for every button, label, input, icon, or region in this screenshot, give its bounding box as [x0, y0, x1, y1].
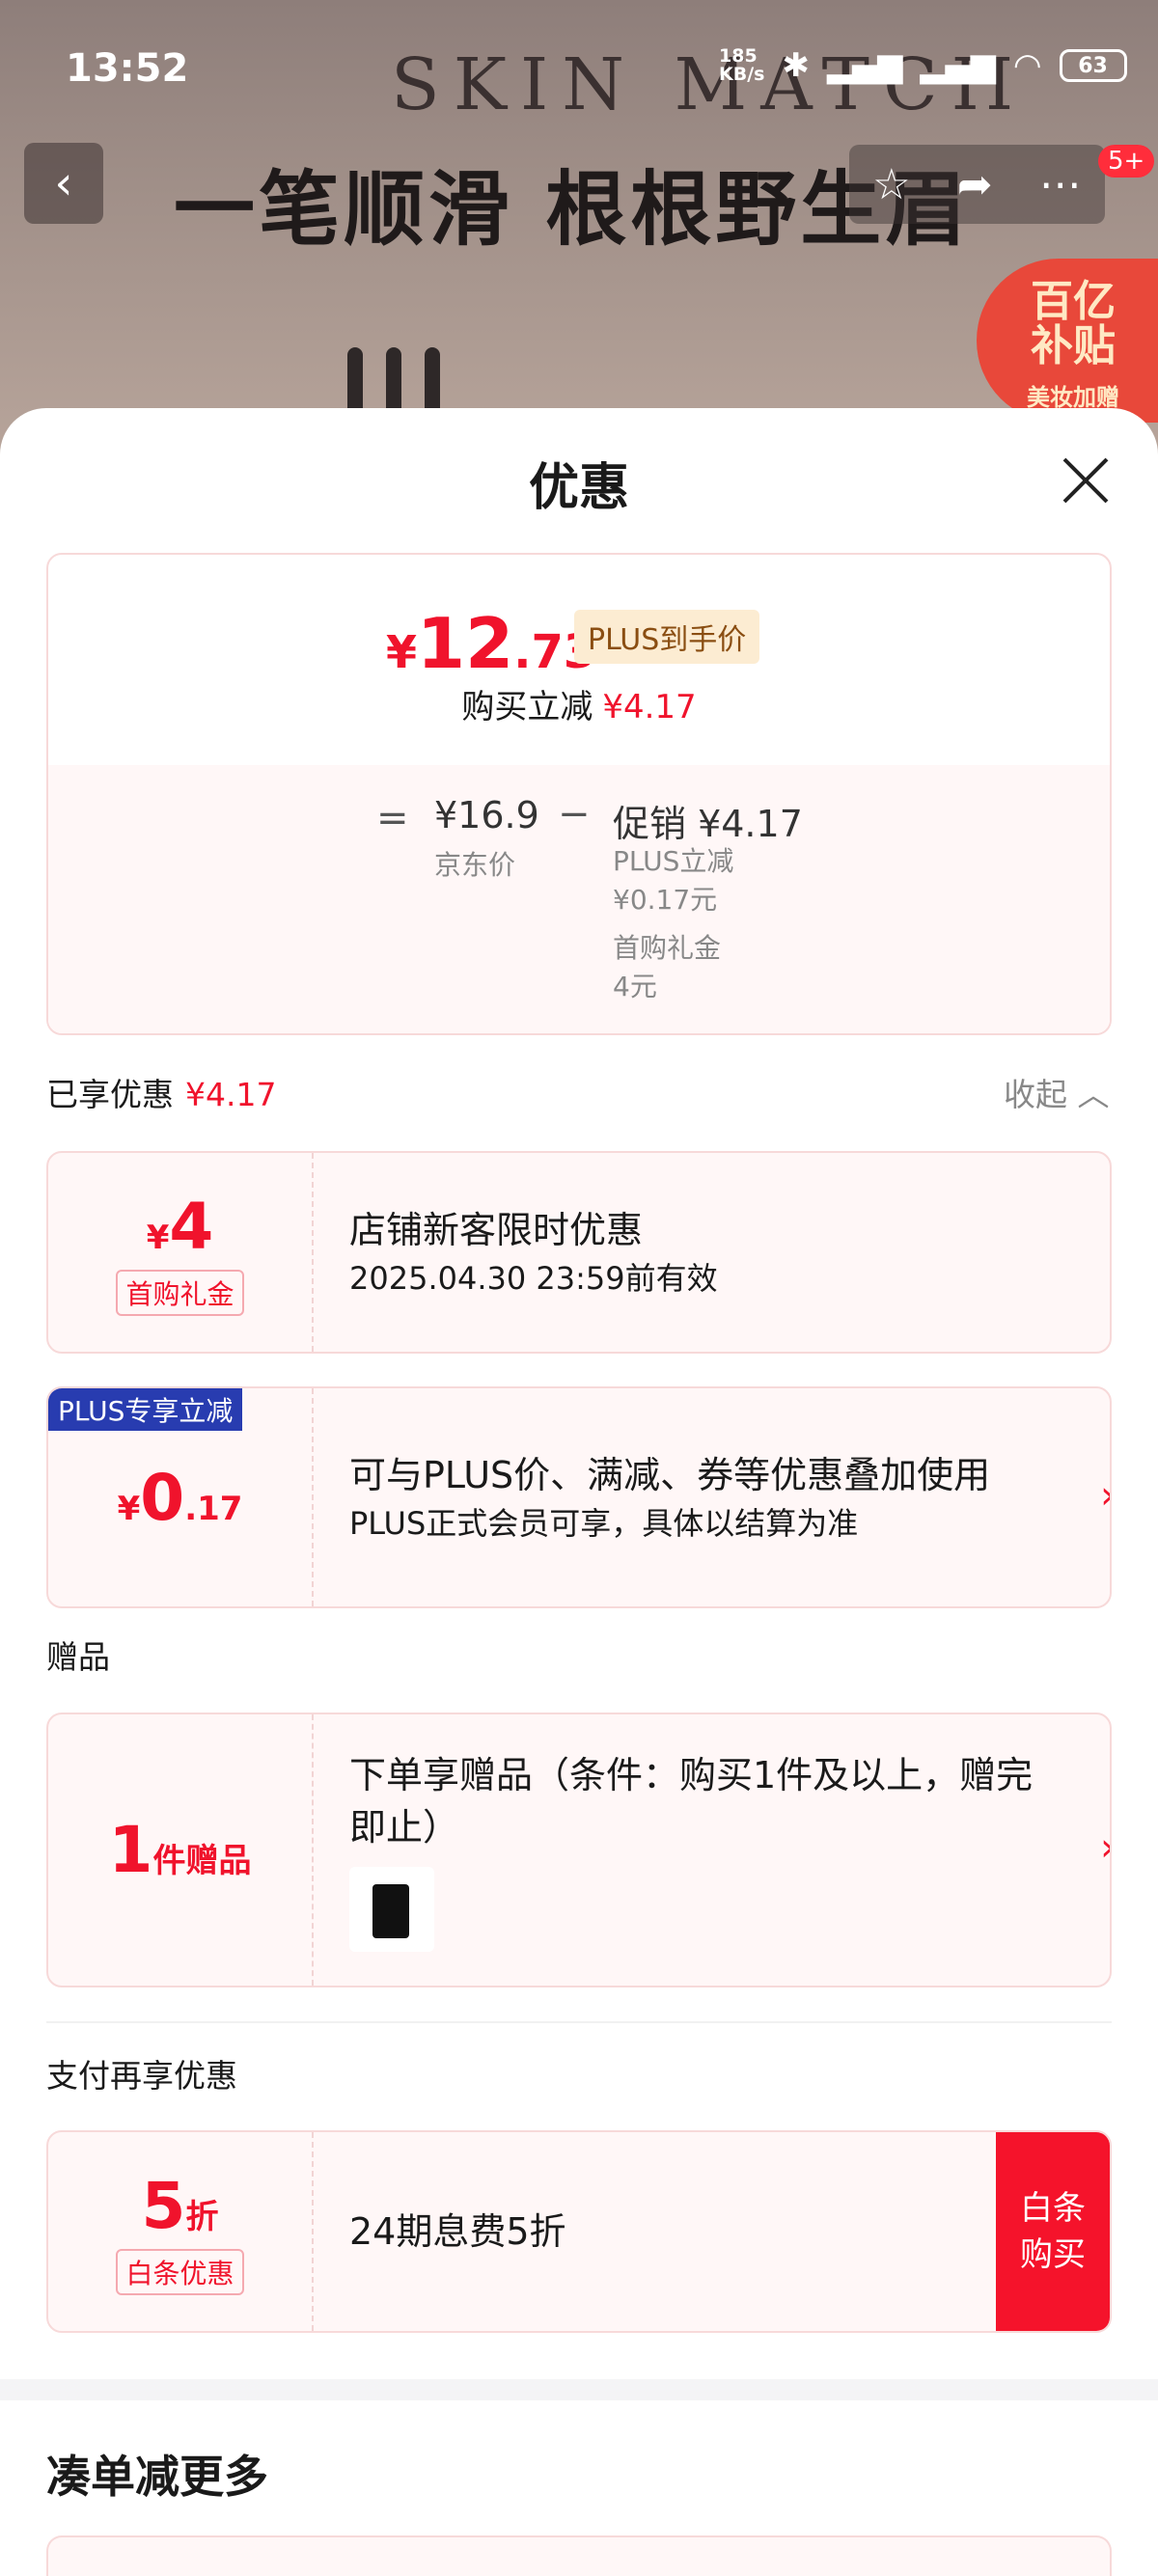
gift-title: 下单享赠品（条件：购买1件及以上，赠完即止）: [349, 1753, 1034, 1849]
promo-total: 促销 ¥4.17: [613, 803, 803, 845]
gift-card[interactable]: 1件赠品 下单享赠品（条件：购买1件及以上，赠完即止） ›: [46, 1713, 1112, 1987]
gift-count: 1件赠品: [48, 1714, 314, 1986]
plus-price-tag: PLUS到手价: [574, 610, 760, 664]
baitiao-buy-button[interactable]: 白条购买: [996, 2132, 1110, 2331]
section-divider: [46, 2021, 1112, 2023]
pay-section-label: 支付再享优惠: [46, 2057, 237, 2095]
status-bar: 13:52 SKIN MATCH 185 KB/s ✱ ▂▄▆ ▂▄▆ ◠ 63: [0, 0, 1158, 135]
more-icon[interactable]: ⋯: [1039, 160, 1082, 209]
gift-section-label: 赠品: [46, 1638, 110, 1676]
signal-icon-2: ▂▄▆: [920, 46, 996, 85]
coupon-validity: 2025.04.30 23:59前有效: [349, 1260, 718, 1297]
status-time: 13:52: [66, 46, 189, 91]
equals-sign: =: [376, 796, 409, 840]
coupon-info: 可与PLUS价、满减、券等优惠叠加使用 PLUS正式会员可享，具体以结算为准: [349, 1388, 1054, 1606]
chevron-right-icon[interactable]: ›: [1100, 1825, 1110, 1870]
top-action-bar: ☆ ➦ ⋯: [849, 145, 1105, 224]
final-price: ¥12.73: [386, 603, 596, 684]
jd-price-label: 京东价: [434, 849, 516, 881]
baitiao-tag: 白条优惠: [116, 2248, 244, 2295]
battery-icon: 63: [1059, 49, 1127, 82]
coupon-plus-discount[interactable]: ¥0.17 PLUS专享立减 可与PLUS价、满减、券等优惠叠加使用 PLUS正…: [46, 1386, 1112, 1608]
plus-cut-label: PLUS立减: [613, 845, 734, 877]
section-gap: [0, 2379, 1158, 2400]
subsidy-badge[interactable]: 百亿 补贴 美妆加赠: [977, 259, 1158, 423]
bluetooth-icon: ✱: [782, 46, 810, 85]
more-deal-card[interactable]: [46, 2535, 1112, 2576]
coupon-amount: ¥4 首购礼金: [48, 1153, 314, 1352]
coupon-title: 店铺新客限时优惠: [349, 1209, 644, 1251]
price-summary-card: ¥12.73 PLUS到手价 购买立减 ¥4.17 = ¥16.9 京东价 − 促…: [46, 553, 1112, 1035]
collapse-button[interactable]: 收起 ︿: [1004, 1069, 1110, 1115]
close-icon[interactable]: [1057, 452, 1115, 509]
discount-sheet: 优惠 ¥12.73 PLUS到手价 购买立减 ¥4.17 = ¥16.9 京东价 …: [0, 408, 1158, 2576]
save-line: 购买立减 ¥4.17: [461, 688, 697, 726]
share-icon[interactable]: ➦: [957, 160, 993, 209]
coupon-note: PLUS正式会员可享，具体以结算为准: [349, 1505, 859, 1542]
jd-price: ¥16.9: [434, 794, 539, 836]
back-button[interactable]: ‹: [24, 143, 103, 224]
plus-cut-value: ¥0.17元: [613, 884, 718, 916]
net-speed: 185 KB/s: [719, 45, 765, 85]
notification-badge: 5+: [1098, 145, 1155, 178]
signal-icon: ▂▄▆: [826, 46, 903, 85]
first-gift-value: 4元: [613, 971, 657, 1002]
chevron-up-icon: ︿: [1077, 1076, 1110, 1113]
baitiao-offer-card[interactable]: 5折 白条优惠 24期息费5折 白条购买: [46, 2130, 1112, 2333]
coupon-tag: 首购礼金: [116, 1269, 244, 1316]
first-gift-label: 首购礼金: [613, 932, 722, 964]
more-section-title: 凑单减更多: [46, 2451, 268, 2503]
baitiao-discount-amount: 5折 白条优惠: [48, 2132, 314, 2331]
minus-sign: −: [558, 792, 591, 836]
baitiao-title: 24期息费5折: [349, 2210, 566, 2253]
gift-thumbnail[interactable]: [349, 1866, 434, 1952]
coupon-first-purchase[interactable]: ¥4 首购礼金 店铺新客限时优惠 2025.04.30 23:59前有效: [46, 1151, 1112, 1354]
chevron-left-icon: ‹: [54, 156, 73, 210]
baitiao-info: 24期息费5折: [349, 2132, 566, 2331]
wifi-icon: ◠: [1012, 46, 1042, 85]
enjoyed-discount-label: 已享优惠 ¥4.17: [46, 1076, 277, 1113]
status-icons: 185 KB/s ✱ ▂▄▆ ▂▄▆ ◠ 63: [719, 46, 1127, 85]
plus-exclusive-flag: PLUS专享立减: [48, 1388, 243, 1431]
star-icon[interactable]: ☆: [872, 160, 910, 209]
sheet-title: 优惠: [528, 459, 629, 517]
chevron-right-icon[interactable]: ›: [1100, 1473, 1110, 1518]
coupon-info: 店铺新客限时优惠 2025.04.30 23:59前有效: [349, 1153, 718, 1352]
gift-info: 下单享赠品（条件：购买1件及以上，赠完即止）: [349, 1714, 1044, 1986]
coupon-title: 可与PLUS价、满减、券等优惠叠加使用: [349, 1454, 991, 1496]
